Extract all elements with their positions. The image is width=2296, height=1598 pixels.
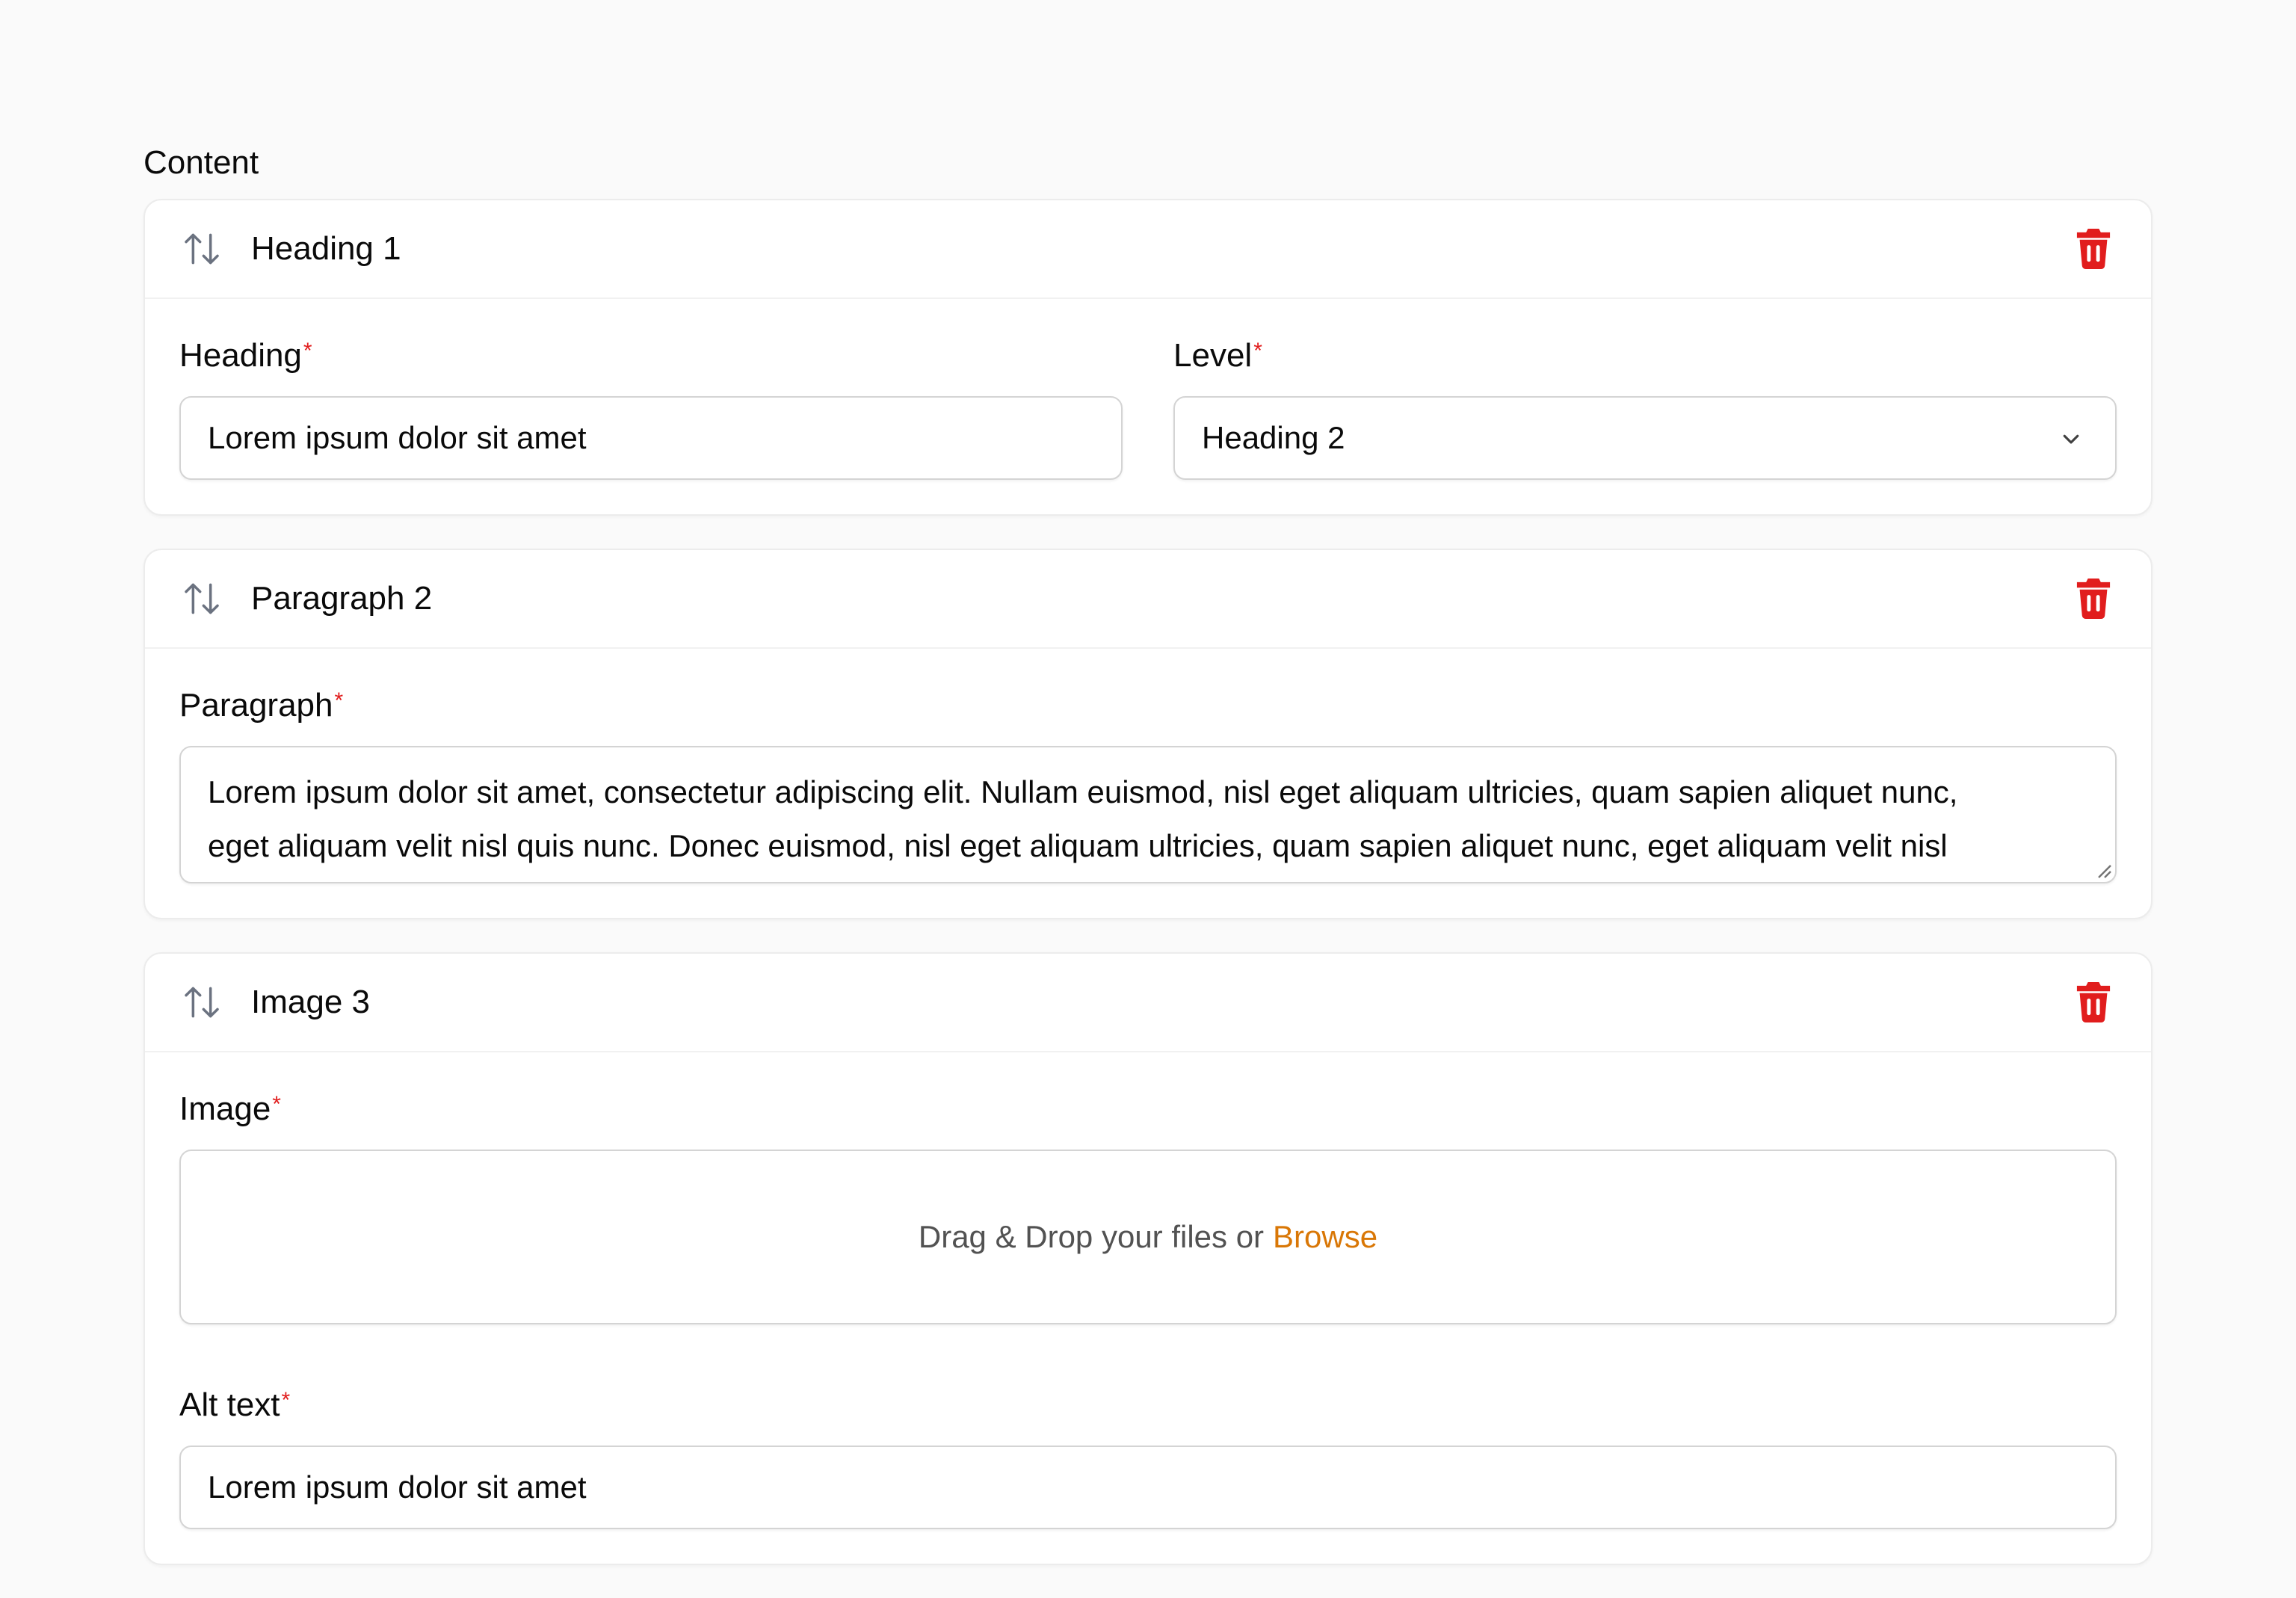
required-marker: * xyxy=(303,339,312,363)
required-marker: * xyxy=(1253,339,1262,363)
alt-text-field-label: Alt text* xyxy=(179,1386,291,1423)
heading-input[interactable] xyxy=(179,396,1123,480)
sort-arrows-icon[interactable] xyxy=(181,228,223,270)
dropzone-text: Drag & Drop your files or xyxy=(918,1219,1265,1254)
level-select-value[interactable]: Heading 2 xyxy=(1173,396,2117,480)
block-header: Paragraph 2 xyxy=(145,550,2151,649)
block-title: Image 3 xyxy=(251,984,370,1020)
block-header: Heading 1 xyxy=(145,200,2151,299)
paragraph-field-label: Paragraph* xyxy=(179,687,344,724)
sort-arrows-icon[interactable] xyxy=(181,981,223,1023)
block-body: Heading* Level* Heading 2 xyxy=(145,299,2151,514)
alt-text-input[interactable] xyxy=(179,1446,2117,1529)
block-card-paragraph: Paragraph 2 Paragraph* Lorem ipsum dolor… xyxy=(144,549,2152,919)
block-card-heading: Heading 1 Heading* Level* Heading 2 xyxy=(144,199,2152,516)
required-marker: * xyxy=(281,1388,291,1413)
browse-link[interactable]: Browse xyxy=(1273,1219,1377,1255)
image-dropzone[interactable]: Drag & Drop your files or Browse xyxy=(179,1150,2117,1324)
paragraph-line: Lorem ipsum dolor sit amet, consectetur … xyxy=(208,774,1958,809)
heading-field-label: Heading* xyxy=(179,337,312,374)
block-title: Heading 1 xyxy=(251,230,401,267)
required-marker: * xyxy=(334,688,344,713)
chevron-down-icon xyxy=(2063,434,2079,444)
trash-icon[interactable] xyxy=(2075,229,2112,269)
block-body: Paragraph* Lorem ipsum dolor sit amet, c… xyxy=(145,649,2151,918)
trash-icon[interactable] xyxy=(2075,579,2112,619)
resize-handle-icon[interactable] xyxy=(2094,861,2112,879)
image-field-label: Image* xyxy=(179,1090,281,1127)
paragraph-line: eget aliquam velit nisl quis nunc. Donec… xyxy=(208,828,1948,863)
block-title: Paragraph 2 xyxy=(251,580,433,617)
required-marker: * xyxy=(272,1092,281,1117)
block-body: Image* Drag & Drop your files or Browse … xyxy=(145,1052,2151,1564)
paragraph-textarea[interactable]: Lorem ipsum dolor sit amet, consectetur … xyxy=(179,746,2117,883)
content-editor: Content Heading 1 Heading* Level* xyxy=(144,142,2152,1598)
level-select[interactable]: Heading 2 xyxy=(1173,396,2117,480)
block-header: Image 3 xyxy=(145,954,2151,1052)
trash-icon[interactable] xyxy=(2075,982,2112,1022)
sort-arrows-icon[interactable] xyxy=(181,578,223,620)
block-card-image: Image 3 Image* Drag & Drop your files or… xyxy=(144,952,2152,1565)
level-field-label: Level* xyxy=(1173,337,1262,374)
section-label: Content xyxy=(144,144,259,181)
